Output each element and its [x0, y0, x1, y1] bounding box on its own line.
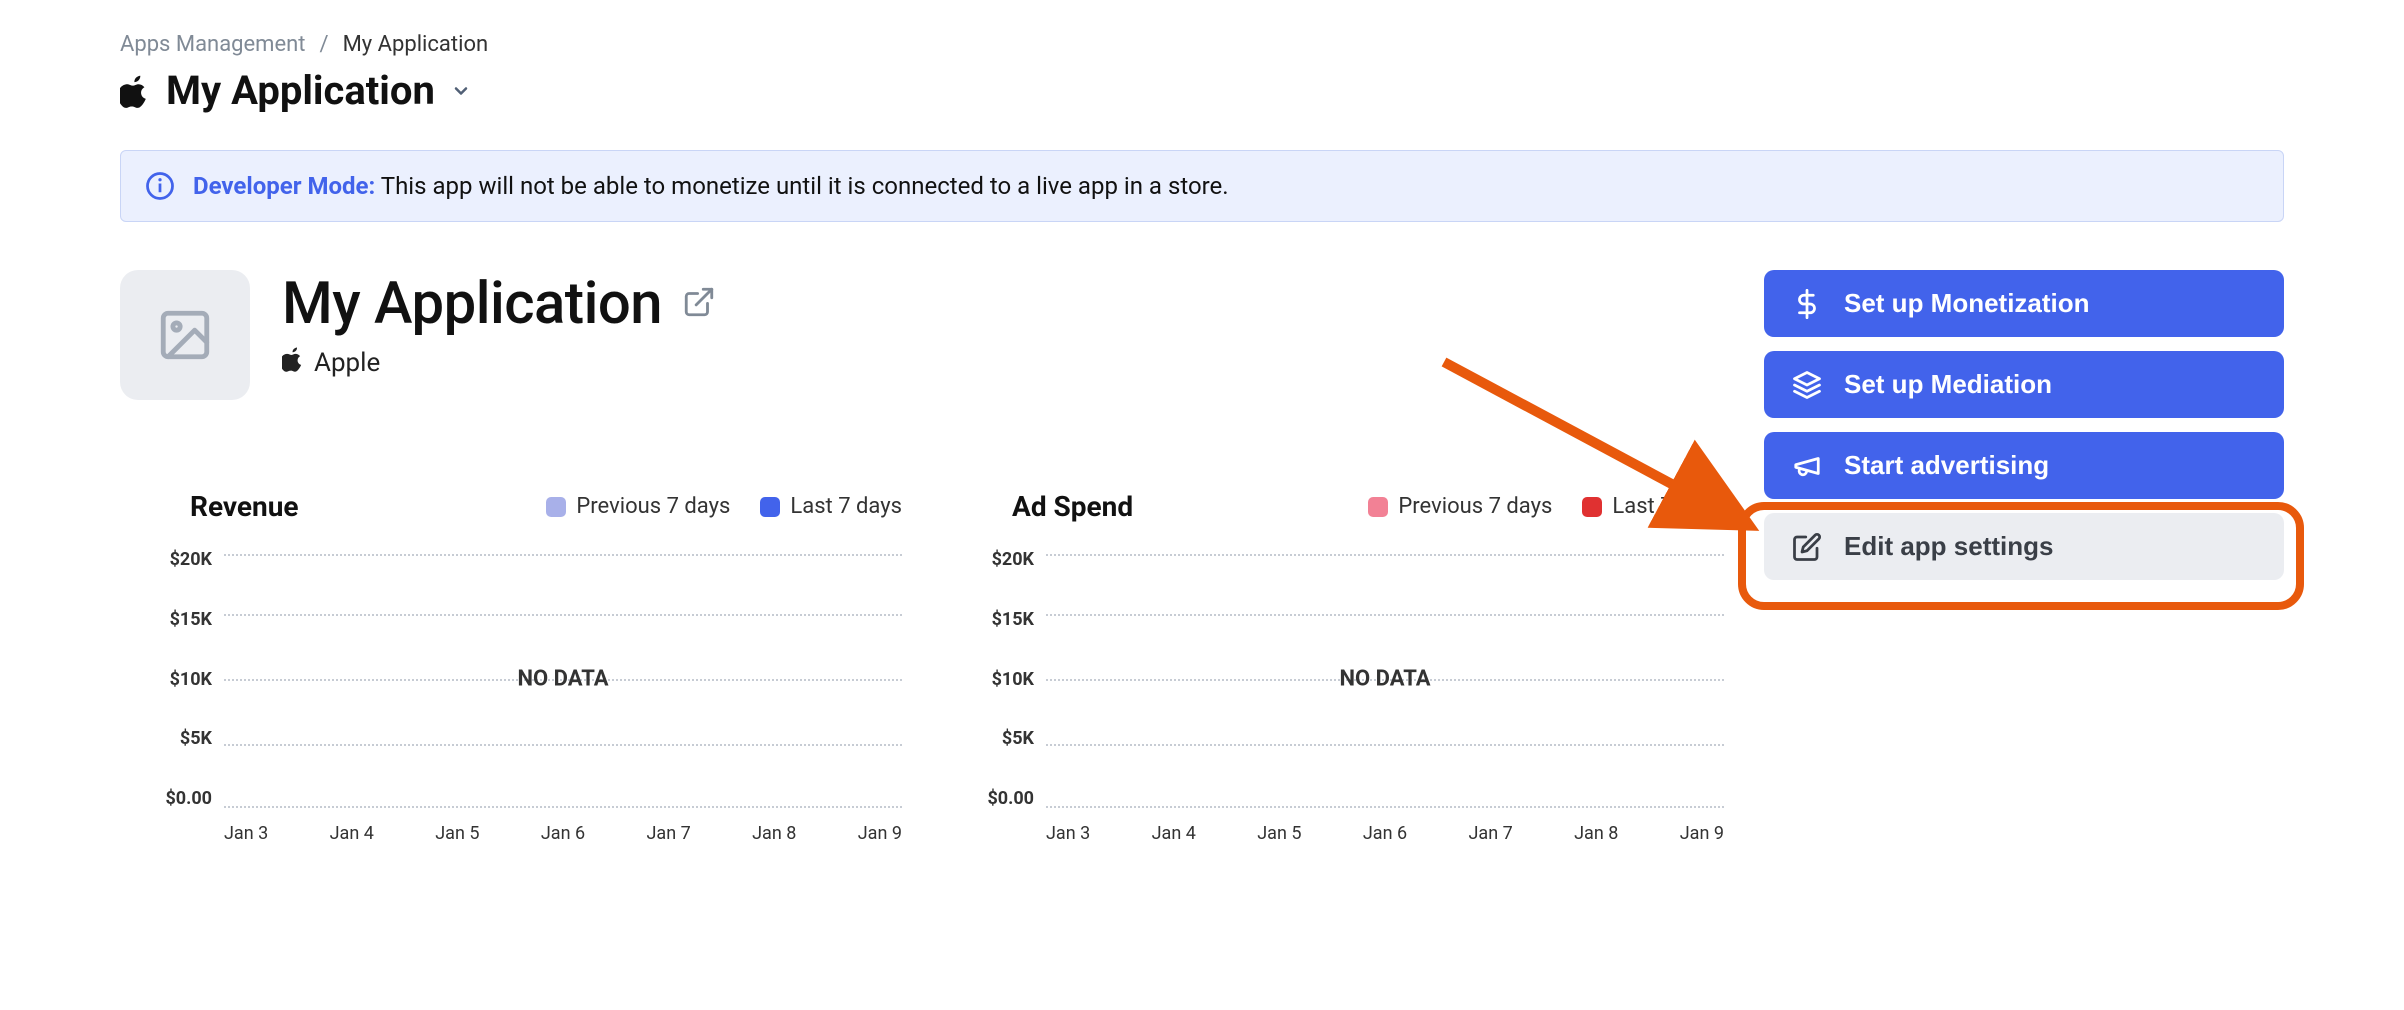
- y-axis: $20K $15K $10K $5K $0.00: [120, 549, 212, 809]
- legend-prev: Previous 7 days: [1368, 494, 1552, 519]
- chart-title-revenue: Revenue: [120, 490, 299, 523]
- dollar-icon: [1792, 289, 1822, 319]
- info-icon: [145, 171, 175, 201]
- chart-adspend: Ad Spend Previous 7 days Last 7 days $20…: [942, 490, 1724, 844]
- breadcrumb-current: My Application: [343, 32, 489, 57]
- action-label: Start advertising: [1844, 450, 2049, 481]
- legend-prev: Previous 7 days: [546, 494, 730, 519]
- no-data-label: NO DATA: [1340, 667, 1431, 692]
- banner-message: This app will not be able to monetize un…: [381, 172, 1229, 200]
- breadcrumb-parent[interactable]: Apps Management: [120, 32, 306, 57]
- breadcrumb-separator: /: [320, 32, 329, 57]
- plot-area: NO DATA: [224, 549, 902, 809]
- start-advertising-button[interactable]: Start advertising: [1764, 432, 2284, 499]
- legend-swatch-icon: [1368, 497, 1388, 517]
- legend-swatch-icon: [1582, 497, 1602, 517]
- setup-monetization-button[interactable]: Set up Monetization: [1764, 270, 2284, 337]
- banner-strong: Developer Mode:: [193, 172, 375, 200]
- setup-mediation-button[interactable]: Set up Mediation: [1764, 351, 2284, 418]
- layers-icon: [1792, 370, 1822, 400]
- y-axis: $20K $15K $10K $5K $0.00: [942, 549, 1034, 809]
- app-icon-placeholder: [120, 270, 250, 400]
- chart-revenue: Revenue Previous 7 days Last 7 days $20K: [120, 490, 902, 844]
- image-placeholder-icon: [156, 306, 214, 364]
- breadcrumb: Apps Management / My Application: [120, 32, 2284, 57]
- plot-area: NO DATA: [1046, 549, 1724, 809]
- apple-icon: [120, 74, 150, 108]
- apple-icon: [282, 346, 304, 379]
- no-data-label: NO DATA: [518, 667, 609, 692]
- edit-app-settings-button[interactable]: Edit app settings: [1764, 513, 2284, 580]
- page-title: My Application: [166, 67, 435, 114]
- x-axis: Jan 3 Jan 4 Jan 5 Jan 6 Jan 7 Jan 8 Jan …: [1046, 823, 1724, 844]
- developer-mode-banner: Developer Mode: This app will not be abl…: [120, 150, 2284, 222]
- legend-last: Last 7 days: [760, 494, 902, 519]
- app-selector[interactable]: My Application: [120, 67, 2284, 114]
- action-label: Set up Monetization: [1844, 288, 2090, 319]
- chart-title-adspend: Ad Spend: [942, 490, 1133, 523]
- chevron-down-icon: [451, 81, 471, 101]
- action-label: Edit app settings: [1844, 531, 2053, 562]
- legend-swatch-icon: [760, 497, 780, 517]
- edit-icon: [1792, 532, 1822, 562]
- app-title: My Application: [282, 270, 662, 338]
- legend-swatch-icon: [546, 497, 566, 517]
- legend-last: Last 7 days: [1582, 494, 1724, 519]
- x-axis: Jan 3 Jan 4 Jan 5 Jan 6 Jan 7 Jan 8 Jan …: [224, 823, 902, 844]
- external-link-icon[interactable]: [682, 285, 716, 323]
- megaphone-icon: [1792, 451, 1822, 481]
- action-label: Set up Mediation: [1844, 369, 2052, 400]
- banner-text: Developer Mode: This app will not be abl…: [193, 172, 1229, 200]
- platform-label: Apple: [314, 348, 380, 378]
